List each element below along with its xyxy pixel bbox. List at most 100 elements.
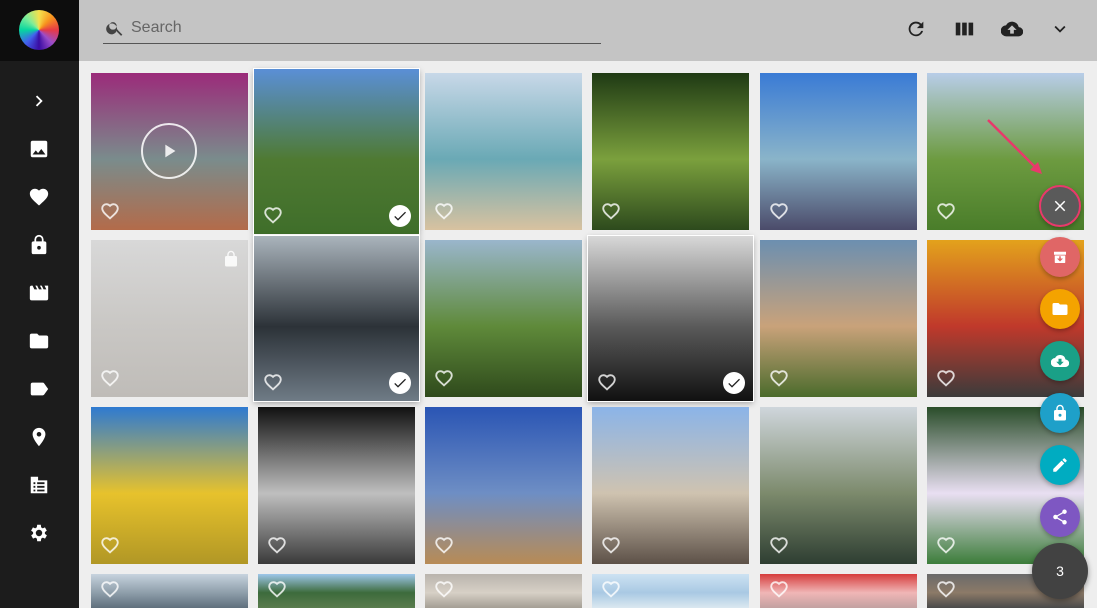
share-action-button[interactable] <box>1040 497 1080 537</box>
photo-tile-red-frame[interactable] <box>760 574 917 608</box>
lock-icon <box>1054 404 1066 421</box>
rainbow-logo-icon <box>19 10 59 50</box>
search-icon <box>106 21 123 36</box>
nav-photos[interactable] <box>24 134 54 164</box>
pointer-arrow-icon <box>987 119 1042 174</box>
upload-cloud-icon <box>1001 21 1023 37</box>
search-bar <box>103 12 601 44</box>
pencil-icon <box>1053 458 1067 472</box>
chevron-down-icon <box>1054 25 1066 33</box>
share-icon <box>1053 509 1067 525</box>
favorite-heart-icon[interactable] <box>768 534 790 556</box>
favorite-heart-icon[interactable] <box>433 367 455 389</box>
more-menu-button[interactable] <box>1046 15 1074 43</box>
play-icon[interactable] <box>141 123 197 179</box>
archive-icon <box>1054 251 1066 263</box>
refresh-button[interactable] <box>902 15 930 43</box>
selected-check-icon[interactable] <box>389 372 411 394</box>
photo-tile-cockroach-floor[interactable] <box>91 240 248 397</box>
image-icon <box>30 140 48 158</box>
nav-private[interactable] <box>24 230 54 260</box>
clear-selection-button[interactable] <box>1039 185 1081 227</box>
photo-tile-orchard-trees[interactable] <box>254 69 419 234</box>
favorite-heart-icon[interactable] <box>262 371 284 393</box>
album-action-button[interactable] <box>1040 289 1080 329</box>
photo-tile-mountain-peak[interactable] <box>258 574 415 608</box>
favorite-heart-icon[interactable] <box>433 578 455 600</box>
folder-icon <box>29 333 49 349</box>
photo-tile-painted-silos-truck[interactable] <box>760 73 917 230</box>
photo-tile-beach-rocks[interactable] <box>425 73 582 230</box>
favorite-heart-icon[interactable] <box>433 534 455 556</box>
nav-labels[interactable] <box>24 374 54 404</box>
gear-icon <box>31 524 47 542</box>
view-columns-button[interactable] <box>950 15 978 43</box>
chevron-right-icon <box>35 95 43 107</box>
search-input[interactable] <box>131 18 591 37</box>
photo-tile-gopher-plush[interactable] <box>91 73 248 230</box>
nav-videos[interactable] <box>24 278 54 308</box>
photo-tile-forest-sunlight[interactable] <box>592 73 749 230</box>
place-icon <box>32 427 46 447</box>
photo-tile-window-bw[interactable] <box>258 407 415 564</box>
download-action-button[interactable] <box>1040 341 1080 381</box>
favorite-heart-icon[interactable] <box>99 200 121 222</box>
selected-check-icon[interactable] <box>723 372 745 394</box>
favorite-heart-icon[interactable] <box>99 534 121 556</box>
favorite-heart-icon[interactable] <box>935 534 957 556</box>
movie-icon <box>29 285 49 301</box>
favorite-heart-icon[interactable] <box>99 367 121 389</box>
favorite-heart-icon[interactable] <box>935 367 957 389</box>
edit-action-button[interactable] <box>1040 445 1080 485</box>
favorite-heart-icon[interactable] <box>266 534 288 556</box>
nav-library[interactable] <box>24 470 54 500</box>
folder-icon <box>1052 303 1068 315</box>
favorite-heart-icon[interactable] <box>266 578 288 600</box>
photo-tile-swamp-reflection[interactable] <box>760 407 917 564</box>
favorite-heart-icon[interactable] <box>600 200 622 222</box>
favorite-heart-icon[interactable] <box>768 200 790 222</box>
photo-tile-cow-meadow[interactable] <box>760 240 917 397</box>
favorite-heart-icon[interactable] <box>99 578 121 600</box>
refresh-icon <box>908 21 924 37</box>
label-icon <box>30 382 49 396</box>
favorite-heart-icon[interactable] <box>262 204 284 226</box>
expand-sidebar-button[interactable] <box>24 86 54 116</box>
lock-icon <box>222 249 240 269</box>
upload-button[interactable] <box>998 15 1026 43</box>
favorite-heart-icon[interactable] <box>768 367 790 389</box>
sidebar <box>0 0 79 608</box>
selection-count-badge[interactable]: 3 <box>1032 543 1088 599</box>
nav-albums[interactable] <box>24 326 54 356</box>
nav-favorites[interactable] <box>24 182 54 212</box>
photo-tile-pale-sky[interactable] <box>592 574 749 608</box>
photo-tile-soft-sky[interactable] <box>425 574 582 608</box>
photo-grid <box>79 61 1097 608</box>
favorite-heart-icon[interactable] <box>768 578 790 600</box>
photo-tile-barbed-wire[interactable] <box>425 407 582 564</box>
selected-check-icon[interactable] <box>389 205 411 227</box>
nav-places[interactable] <box>24 422 54 452</box>
photo-tile-yellow-flowers[interactable] <box>91 407 248 564</box>
close-icon <box>1054 200 1066 212</box>
photo-tile-penguin-beach[interactable] <box>592 407 749 564</box>
nav-settings[interactable] <box>24 518 54 548</box>
favorite-heart-icon[interactable] <box>600 534 622 556</box>
favorite-heart-icon[interactable] <box>935 200 957 222</box>
photo-tile-water-buffalo-field[interactable] <box>425 240 582 397</box>
cloud-download-icon <box>1051 355 1069 368</box>
private-action-button[interactable] <box>1040 393 1080 433</box>
top-toolbar <box>79 0 1097 61</box>
photo-tile-castle-silhouette[interactable] <box>588 236 753 401</box>
favorite-heart-icon[interactable] <box>433 200 455 222</box>
lock-icon <box>31 234 47 255</box>
view-columns-icon <box>955 22 974 36</box>
favorite-heart-icon[interactable] <box>935 578 957 600</box>
app-logo[interactable] <box>0 0 79 61</box>
favorite-heart-icon[interactable] <box>596 371 618 393</box>
library-icon <box>30 476 48 494</box>
photo-tile-glass-roof[interactable] <box>91 574 248 608</box>
archive-action-button[interactable] <box>1040 237 1080 277</box>
favorite-heart-icon[interactable] <box>600 578 622 600</box>
photo-tile-dome-interior[interactable] <box>254 236 419 401</box>
